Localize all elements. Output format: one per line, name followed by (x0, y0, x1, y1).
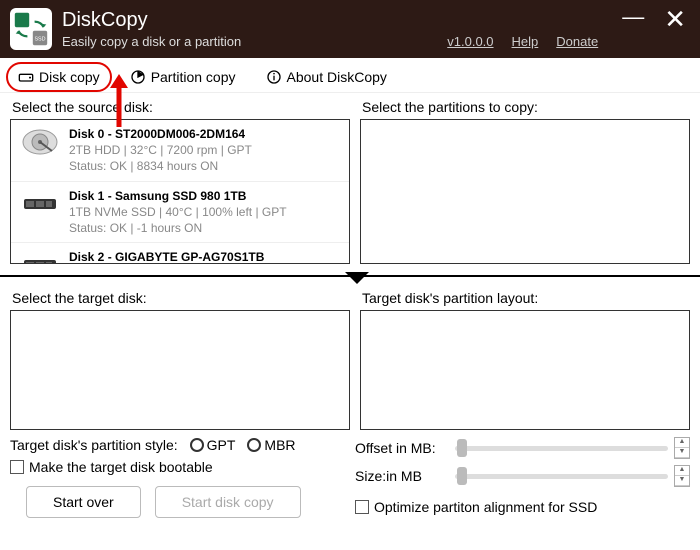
disk-status: Status: OK | -1 hours ON (69, 220, 341, 236)
disk-icon (18, 69, 34, 85)
offset-slider[interactable] (455, 446, 668, 451)
size-slider[interactable] (455, 474, 668, 479)
app-title: DiskCopy (62, 9, 447, 32)
disk-info: Disk 0 - ST2000DM006-2DM1642TB HDD | 32°… (69, 126, 341, 175)
title-bar: SSD DiskCopy Easily copy a disk or a par… (0, 0, 700, 58)
partition-style-label: Target disk's partition style: (10, 437, 178, 453)
offset-spinner[interactable]: ▲▼ (674, 437, 690, 459)
help-link[interactable]: Help (512, 34, 539, 49)
target-disk-list[interactable] (10, 310, 350, 430)
tab-partition-copy[interactable]: Partition copy (118, 62, 248, 92)
flow-divider (0, 268, 700, 284)
donate-link[interactable]: Donate (556, 34, 598, 49)
target-layout-label: Target disk's partition layout: (360, 286, 690, 310)
minimize-button[interactable]: — (618, 6, 648, 28)
svg-text:SSD: SSD (34, 37, 45, 43)
disk-item[interactable]: Disk 1 - Samsung SSD 980 1TB1TB NVMe SSD… (11, 182, 349, 244)
version-link[interactable]: v1.0.0.0 (447, 34, 493, 49)
size-spinner[interactable]: ▲▼ (674, 465, 690, 487)
start-over-button[interactable]: Start over (26, 486, 141, 518)
disk-status: Status: OK | 8834 hours ON (69, 158, 341, 174)
disk-details: 2TB HDD | 32°C | 7200 rpm | GPT (69, 142, 341, 158)
source-disk-list[interactable]: Disk 0 - ST2000DM006-2DM1642TB HDD | 32°… (10, 119, 350, 264)
checkbox-icon (10, 460, 24, 474)
partition-icon (130, 69, 146, 85)
disk-item[interactable]: Disk 0 - ST2000DM006-2DM1642TB HDD | 32°… (11, 120, 349, 182)
ssd-icon (19, 188, 61, 220)
radio-mbr[interactable]: MBR (247, 437, 295, 453)
disk-info: Disk 1 - Samsung SSD 980 1TB1TB NVMe SSD… (69, 188, 341, 237)
source-disk-label: Select the source disk: (10, 95, 350, 119)
ssd-icon (19, 249, 61, 264)
checkbox-icon (355, 500, 369, 514)
app-subtitle: Easily copy a disk or a partition (62, 34, 447, 49)
radio-icon (190, 438, 204, 452)
target-disk-label: Select the target disk: (10, 286, 350, 310)
close-button[interactable]: ✕ (660, 6, 690, 32)
disk-item[interactable]: Disk 2 - GIGABYTE GP-AG70S1TB1TB NVMe SS… (11, 243, 349, 264)
size-label: Size:in MB (355, 468, 449, 484)
radio-gpt[interactable]: GPT (190, 437, 236, 453)
app-icon: SSD (10, 8, 52, 50)
tab-label: Disk copy (39, 69, 100, 85)
disk-info: Disk 2 - GIGABYTE GP-AG70S1TB1TB NVMe SS… (69, 249, 341, 264)
partitions-label: Select the partitions to copy: (360, 95, 690, 119)
tab-about[interactable]: About DiskCopy (254, 62, 399, 92)
checkbox-make-bootable[interactable]: Make the target disk bootable (10, 456, 345, 478)
tab-bar: Disk copy Partition copy About DiskCopy (0, 58, 700, 93)
disk-name: Disk 2 - GIGABYTE GP-AG70S1TB (69, 249, 341, 264)
offset-label: Offset in MB: (355, 440, 449, 456)
checkbox-optimize-ssd[interactable]: Optimize partiton alignment for SSD (355, 496, 690, 518)
radio-icon (247, 438, 261, 452)
start-disk-copy-button[interactable]: Start disk copy (155, 486, 301, 518)
tab-disk-copy[interactable]: Disk copy (6, 62, 112, 92)
tab-label: Partition copy (151, 69, 236, 85)
hdd-icon (19, 126, 61, 158)
info-icon (266, 69, 282, 85)
target-layout-panel[interactable] (360, 310, 690, 430)
tab-label: About DiskCopy (287, 69, 387, 85)
disk-name: Disk 1 - Samsung SSD 980 1TB (69, 188, 341, 204)
disk-details: 1TB NVMe SSD | 40°C | 100% left | GPT (69, 204, 341, 220)
partitions-list[interactable] (360, 119, 690, 264)
disk-name: Disk 0 - ST2000DM006-2DM164 (69, 126, 341, 142)
